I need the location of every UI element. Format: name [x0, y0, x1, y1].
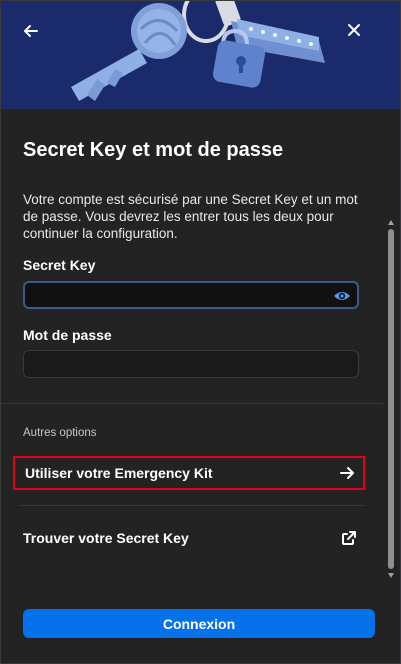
secret-key-input[interactable]	[25, 283, 357, 307]
scroll-thumb[interactable]	[388, 229, 394, 569]
find-secret-key-label: Trouver votre Secret Key	[23, 530, 189, 546]
password-field[interactable]	[23, 350, 359, 378]
section-divider	[1, 403, 383, 404]
arrow-right-icon	[340, 467, 354, 479]
description-text: Votre compte est sécurisé par une Secret…	[23, 192, 358, 241]
scroll-up-icon[interactable]	[387, 219, 395, 227]
secret-key-label: Secret Key	[23, 257, 96, 273]
secret-key-field[interactable]	[23, 281, 359, 309]
dialog-footer: Connexion	[1, 587, 400, 663]
header-banner	[1, 1, 400, 109]
emergency-kit-label: Utiliser votre Emergency Kit	[25, 465, 213, 481]
back-button[interactable]	[23, 23, 51, 51]
password-input[interactable]	[24, 351, 358, 377]
keys-illustration	[71, 1, 325, 101]
connect-button[interactable]: Connexion	[23, 609, 375, 638]
password-label: Mot de passe	[23, 327, 112, 343]
arrow-left-icon	[24, 25, 38, 37]
close-button[interactable]	[347, 23, 375, 51]
close-icon	[348, 24, 360, 36]
find-secret-key-option[interactable]: Trouver votre Secret Key	[13, 521, 365, 555]
dialog-window: Secret Key et mot de passe Votre compte …	[0, 0, 401, 664]
option-divider	[19, 505, 365, 506]
dialog-body: Secret Key et mot de passe Votre compte …	[1, 109, 400, 587]
eye-icon[interactable]	[333, 287, 351, 305]
scroll-down-icon[interactable]	[387, 571, 395, 579]
page-title: Secret Key et mot de passe	[23, 139, 284, 161]
scrollbar[interactable]	[386, 109, 396, 587]
other-options-label: Autres options	[23, 427, 97, 439]
external-link-icon	[342, 531, 356, 545]
emergency-kit-option[interactable]: Utiliser votre Emergency Kit	[13, 456, 365, 490]
